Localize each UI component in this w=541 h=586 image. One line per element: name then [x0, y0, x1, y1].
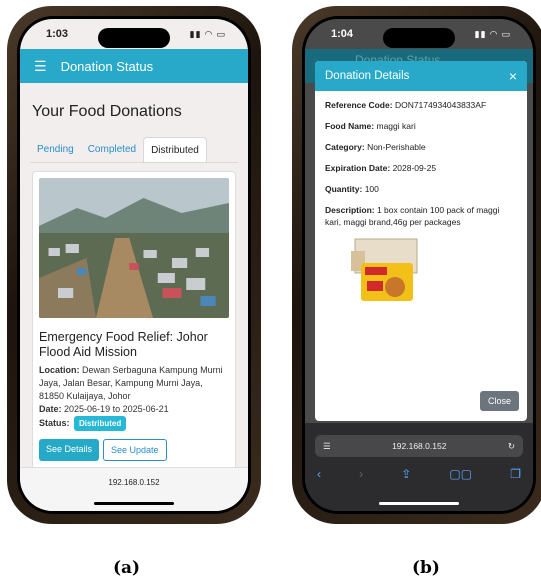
- product-image: [347, 237, 427, 307]
- dynamic-island: [383, 28, 455, 48]
- food-name: Food Name: maggi kari: [325, 121, 416, 131]
- signal-wifi-battery-icon: ▮▮ ◠ ▭: [474, 28, 511, 39]
- caption-a: (a): [113, 558, 141, 578]
- forward-icon[interactable]: ›: [359, 467, 363, 481]
- tabs-icon[interactable]: ❐: [510, 467, 521, 481]
- clock: 1:04: [331, 28, 354, 40]
- url-text: 192.168.0.152: [108, 478, 160, 487]
- caption-b: (b): [412, 558, 440, 578]
- reload-icon[interactable]: ↻: [508, 441, 515, 452]
- category: Category: Non-Perishable: [325, 142, 426, 152]
- quantity: Quantity: 100: [325, 184, 379, 194]
- expiration-date: Expiration Date: 2028-09-25: [325, 163, 437, 173]
- page-title: Your Food Donations: [32, 103, 182, 120]
- modal-title: Donation Details: [325, 70, 410, 82]
- home-indicator: [379, 502, 459, 505]
- app-bar: ☰ Donation Status: [20, 49, 248, 83]
- url-text: 192.168.0.152: [392, 441, 447, 451]
- tab-distributed[interactable]: Distributed: [143, 137, 207, 162]
- back-icon[interactable]: ‹: [317, 467, 321, 481]
- screen-donation-details: 1:04 ▮▮ ◠ ▭ Donation Status Donation Det…: [305, 19, 533, 511]
- phone-left: 1:03 ▮▮ ◠ ▭ ☰ Donation Status Your Food …: [7, 6, 261, 524]
- status-badge: Distributed: [74, 416, 127, 431]
- donation-details-modal: Donation Details × Reference Code: DON71…: [315, 61, 527, 421]
- phone-right: 1:04 ▮▮ ◠ ▭ Donation Status Donation Det…: [292, 6, 541, 524]
- signal-wifi-battery-icon: ▮▮ ◠ ▭: [189, 28, 226, 39]
- close-icon[interactable]: ×: [509, 68, 517, 84]
- clock: 1:03: [46, 28, 69, 40]
- modal-header: Donation Details ×: [315, 61, 527, 91]
- browser-url-bar[interactable]: ☰ 192.168.0.152 ↻: [315, 435, 523, 457]
- close-button[interactable]: Close: [479, 391, 519, 411]
- date-text: Date: 2025-06-19 to 2025-06-21: [39, 404, 169, 414]
- dynamic-island: [98, 28, 170, 48]
- tab-completed[interactable]: Completed: [81, 137, 143, 162]
- status-text: Status: Distributed: [39, 416, 229, 431]
- status-tabs: Pending Completed Distributed: [30, 137, 238, 163]
- donation-card: Emergency Food Relief: Johor Flood Aid M…: [32, 171, 236, 477]
- reference-code: Reference Code: DON7174934043833AF: [325, 100, 487, 110]
- tab-icon[interactable]: ☰: [323, 441, 331, 452]
- screen-donation-status: 1:03 ▮▮ ◠ ▭ ☰ Donation Status Your Food …: [20, 19, 248, 511]
- description: Description: 1 box contain 100 pack of m…: [325, 205, 500, 227]
- see-update-button[interactable]: See Update: [103, 439, 167, 461]
- see-details-button[interactable]: See Details: [39, 439, 100, 461]
- safari-toolbar: ☰ 192.168.0.152 ↻ ‹ › ⇪ ▢▢ ❐: [305, 423, 533, 511]
- app-bar-title: Donation Status: [60, 58, 154, 74]
- flood-photo: [39, 178, 229, 318]
- location-text: Location: Dewan Serbaguna Kampung Murni …: [39, 365, 223, 401]
- donation-title: Emergency Food Relief: Johor Flood Aid M…: [39, 330, 208, 359]
- home-indicator: [94, 502, 174, 505]
- menu-icon[interactable]: ☰: [34, 58, 47, 75]
- bookmarks-icon[interactable]: ▢▢: [449, 467, 472, 481]
- share-icon[interactable]: ⇪: [401, 467, 411, 481]
- tab-pending[interactable]: Pending: [30, 137, 81, 162]
